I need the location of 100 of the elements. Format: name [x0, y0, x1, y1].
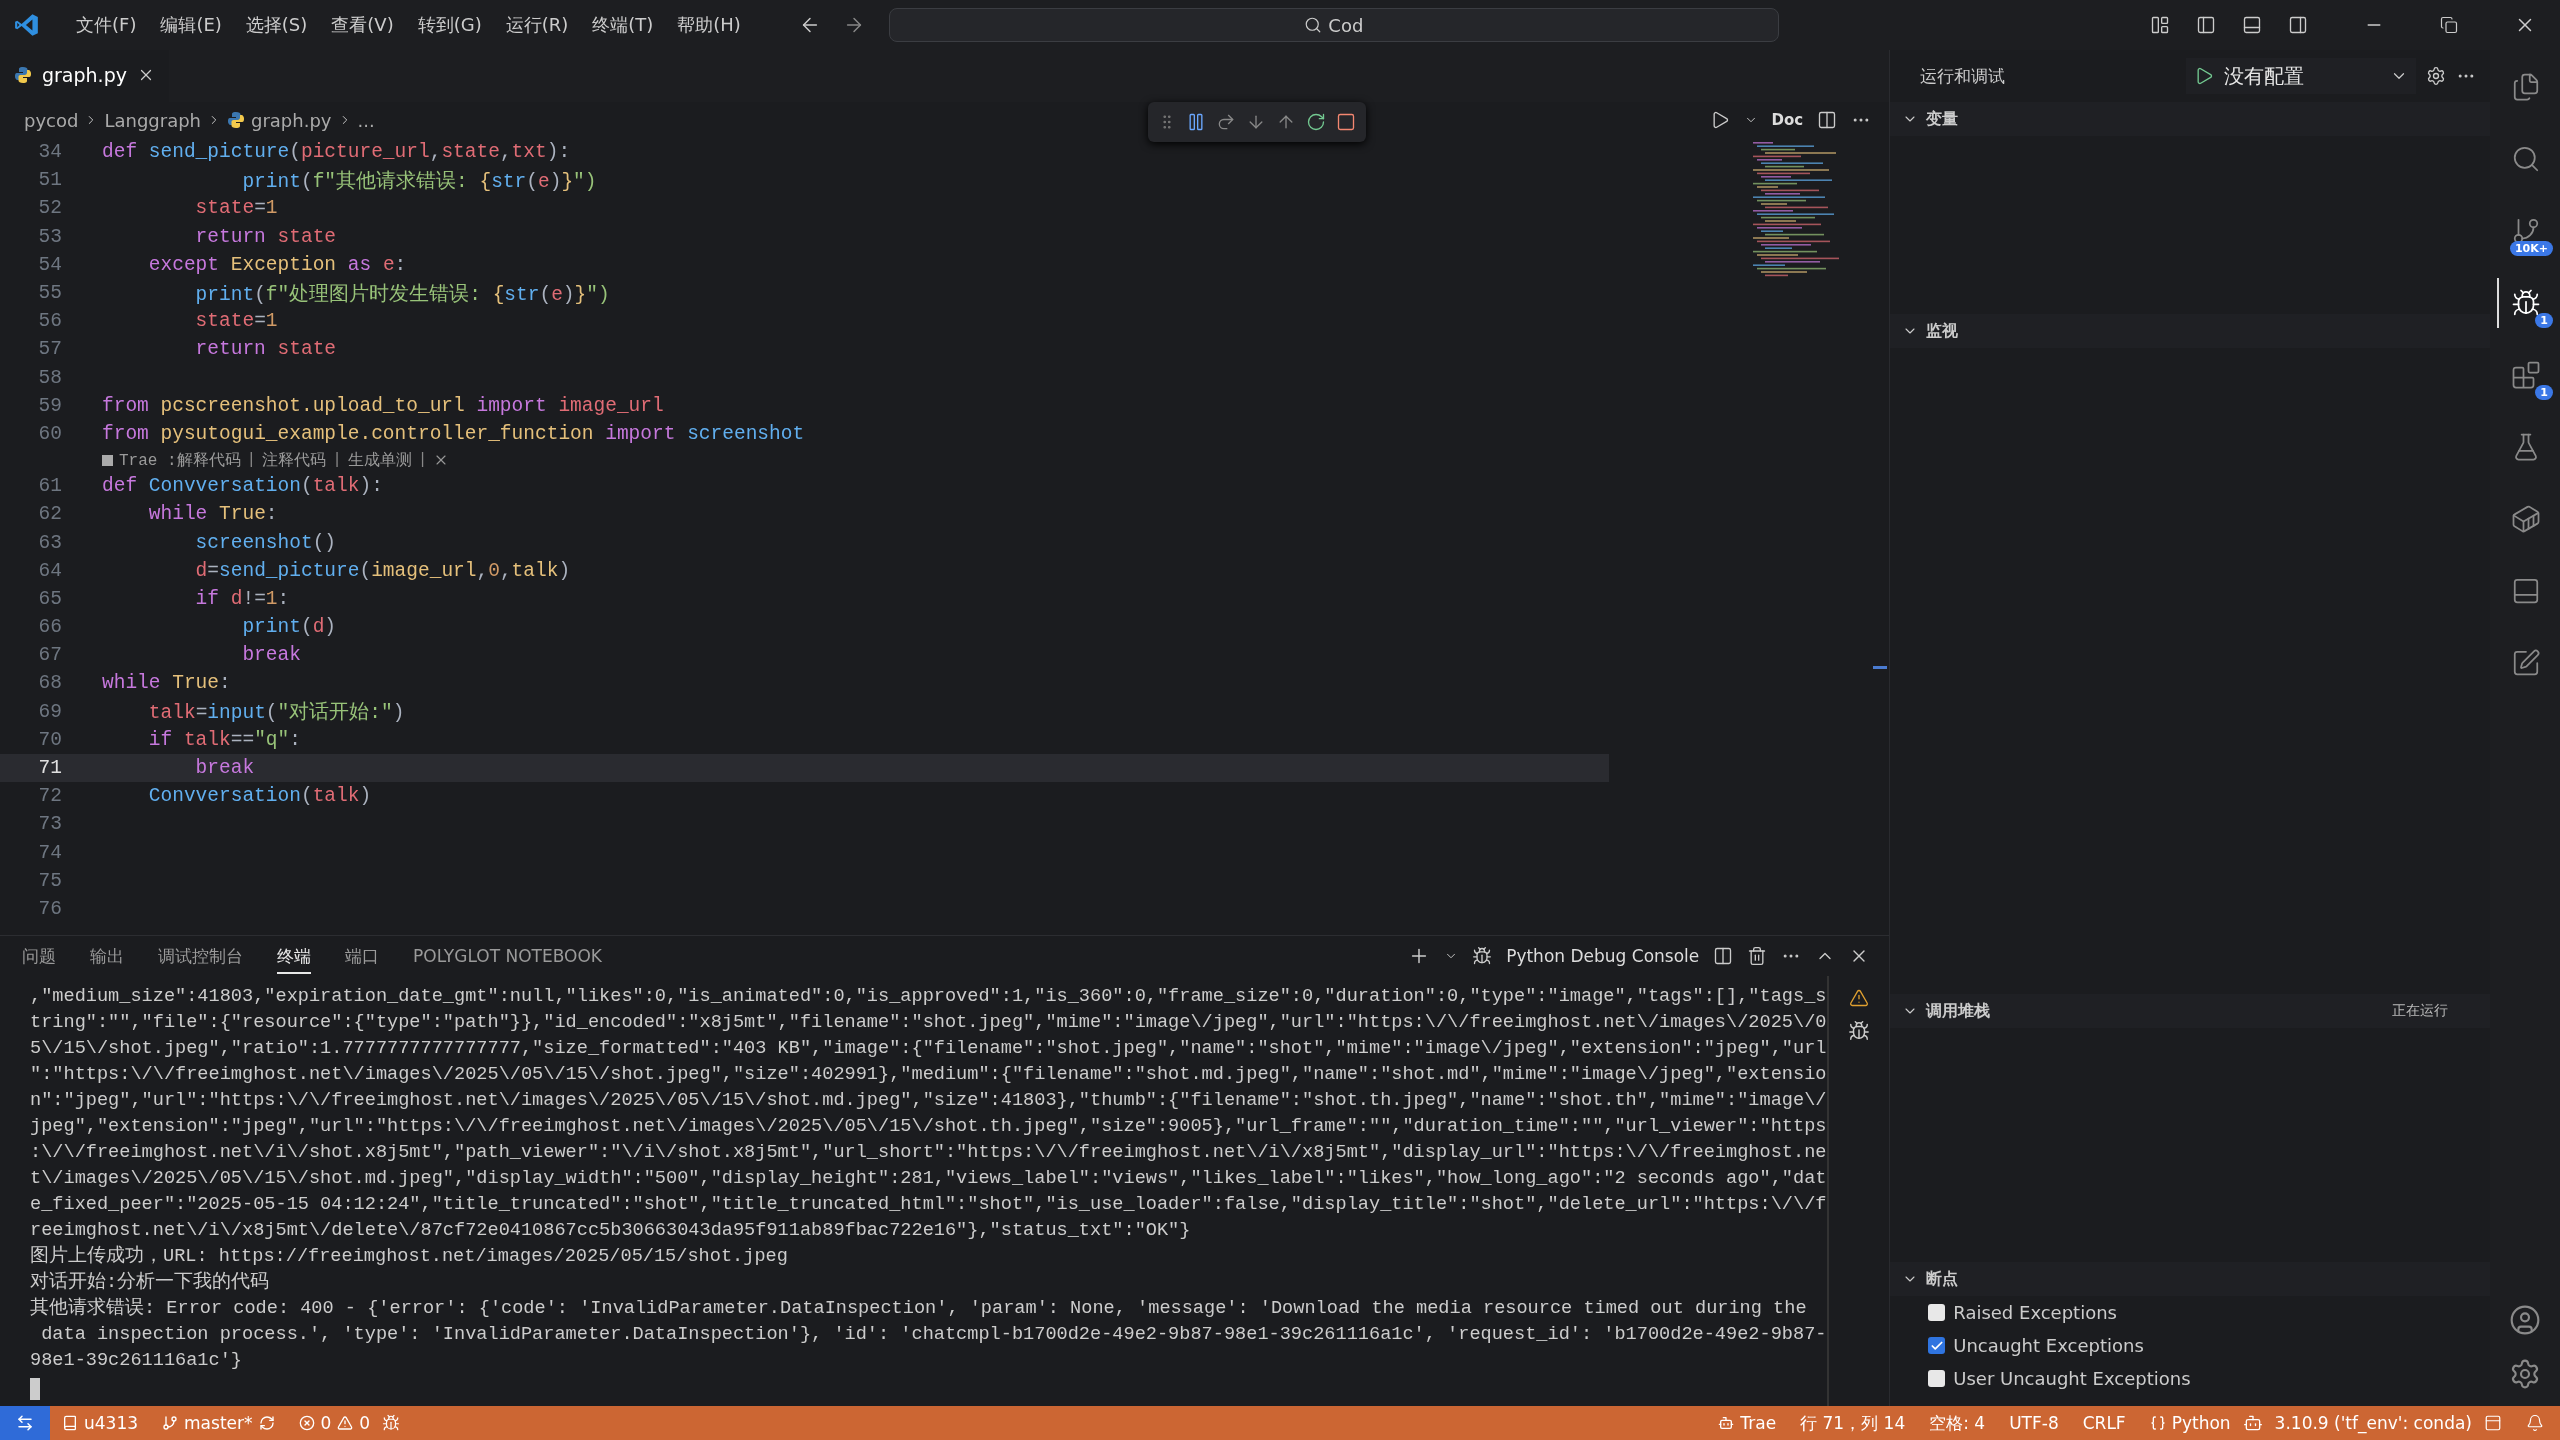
indentation-item[interactable]: 空格: 4 [1917, 1411, 1998, 1435]
sidebar-toggle-icon[interactable] [2196, 15, 2216, 35]
encoding-item[interactable]: UTF-8 [1997, 1413, 2071, 1433]
panel-tab[interactable]: 调试控制台 [158, 938, 243, 974]
doc-button[interactable]: Doc [1771, 111, 1804, 129]
activity-button[interactable]: 1 [2497, 278, 2553, 328]
line-number: 58 [37, 366, 63, 389]
panel-icon [2511, 576, 2541, 606]
section-header[interactable]: 变量 [1890, 102, 2491, 136]
trae-item[interactable]: Trae [1706, 1413, 1789, 1433]
stop-icon[interactable] [1336, 112, 1356, 132]
settings-icon[interactable] [2426, 66, 2447, 86]
layout-icon[interactable] [2150, 15, 2170, 35]
terminal-line: t\/images\/2025\/05\/15\/shot.md.jpeg","display_width":"500","display_height":281,"views_label":"views","likes_label":"likes","how_long_ago":"2 seconds ago","dat [30, 1167, 1828, 1191]
account-icon[interactable] [2509, 1304, 2541, 1336]
code-line: if d!=1: [194, 587, 290, 610]
line-number: 65 [37, 587, 63, 610]
trash-icon[interactable] [1747, 946, 1768, 966]
python-file-icon [227, 111, 245, 129]
menu-item[interactable]: 转到(G) [407, 9, 492, 41]
search-field[interactable]: Cod [888, 8, 1779, 42]
section-header[interactable]: 断点 [1890, 1262, 2491, 1296]
terminal-line: :\/\/freeimghost.net\/i\/shot.x8j5mt","path_viewer":"\/i\/shot.x8j5mt","url_short":"https:\/\/freeimghost.net\/i\/x8j5mt","display_url":"https:\/\/freeimghost.ne [30, 1141, 1828, 1165]
branch-item[interactable]: master* [150, 1413, 287, 1433]
checkbox[interactable] [1928, 1304, 1946, 1321]
split-terminal-icon[interactable] [1713, 946, 1734, 966]
warning-icon[interactable] [1849, 988, 1870, 1008]
interpreter-item[interactable]: 3.10.9 ('tf_env': conda) [2262, 1413, 2484, 1433]
checkbox[interactable] [1928, 1370, 1946, 1387]
breadcrumb-item[interactable]: Langgraph [104, 109, 201, 131]
panel-tab[interactable]: 输出 [90, 938, 124, 974]
square-icon [102, 454, 113, 466]
remote-button[interactable] [0, 1406, 50, 1440]
bell-icon[interactable] [2526, 1414, 2544, 1432]
line-number: 68 [37, 672, 63, 695]
language-item[interactable]: Python [2137, 1413, 2243, 1433]
line-number: 72 [37, 785, 63, 808]
bug-icon[interactable] [1848, 1020, 1871, 1042]
python-file-icon [14, 66, 32, 84]
menu-item[interactable]: 编辑(E) [150, 9, 232, 41]
codelens-link[interactable]: Trae :解释代码 [119, 449, 241, 471]
menu-item[interactable]: 选择(S) [235, 9, 318, 41]
breakpoint-label: Raised Exceptions [1953, 1302, 2117, 1323]
repo-item[interactable]: u4313 [50, 1413, 151, 1433]
codelens-link[interactable]: 注释代码 [262, 449, 327, 471]
code-line: Convversation(talk) [147, 785, 372, 808]
code-line: talk=input("对话开始:") [147, 700, 405, 726]
terminal-name[interactable]: Python Debug Console [1506, 946, 1700, 966]
secondary-sidebar-icon[interactable] [2288, 15, 2308, 35]
code-line: except Exception as e: [147, 253, 407, 276]
split-editor-icon[interactable] [1817, 110, 1838, 130]
line-number: 76 [37, 897, 63, 920]
problems-item[interactable]: 0 0 [286, 1413, 383, 1433]
search-icon [1304, 16, 1323, 34]
line-number: 75 [37, 869, 63, 892]
code-line: def send_picture(picture_url,state,txt): [102, 141, 571, 164]
terminal-line: 图片上传成功，URL: https://freeimghost.net/images/2025/05/15/shot.jpeg [30, 1244, 789, 1269]
activity-button[interactable]: 1 [2497, 350, 2553, 400]
error-icon [298, 1415, 315, 1431]
code-line: print(d) [241, 616, 337, 639]
breakpoint-label: Uncaught Exceptions [1953, 1335, 2144, 1356]
line-number: 59 [37, 394, 63, 417]
panel-tab[interactable]: POLYGLOT NOTEBOOK [413, 940, 602, 972]
step-over-icon[interactable] [1216, 112, 1236, 132]
line-number: 61 [37, 475, 63, 498]
line-number: 73 [37, 813, 63, 836]
checkbox[interactable] [1928, 1337, 1946, 1354]
separator: | [417, 451, 428, 470]
line-number: 60 [37, 422, 63, 445]
line-number: 51 [37, 169, 63, 192]
breadcrumb-item[interactable]: pycod [24, 109, 79, 131]
settings-icon[interactable] [2509, 1358, 2541, 1390]
section-header[interactable]: 监视 [1890, 314, 2491, 348]
robot-icon[interactable] [2242, 1413, 2263, 1433]
restore-icon[interactable] [2440, 16, 2458, 34]
cursor-position[interactable]: 行 71，列 14 [1788, 1411, 1918, 1435]
line-number: 57 [37, 338, 63, 361]
panel-tab[interactable]: 终端 [277, 938, 311, 974]
menu-item[interactable]: 运行(R) [495, 9, 579, 41]
line-number: 74 [37, 841, 63, 864]
line-ending-item[interactable]: CRLF [2070, 1413, 2138, 1433]
explorer-icon [2511, 72, 2541, 102]
restart-icon[interactable] [1306, 112, 1326, 132]
separator: | [332, 451, 342, 470]
panel-toggle-icon[interactable] [2242, 15, 2262, 35]
activity-button[interactable]: 10K+ [2497, 206, 2553, 256]
line-number: 71 [37, 757, 63, 780]
menu-item[interactable]: 帮助(H) [667, 9, 751, 41]
menu-item[interactable]: 终端(T) [582, 9, 664, 41]
config-dropdown[interactable]: 没有配置 [2186, 58, 2417, 94]
debug-icon[interactable] [382, 1414, 401, 1432]
codelens-link[interactable]: 生成单测 [347, 449, 412, 471]
menu-item[interactable]: 查看(V) [321, 9, 404, 41]
breadcrumb-item[interactable]: graph.py [251, 109, 332, 131]
section-header[interactable]: 调用堆栈 正在运行 [1890, 994, 2491, 1028]
panel-tab[interactable]: 问题 [22, 938, 56, 974]
menu-item[interactable]: 文件(F) [66, 9, 147, 41]
panel-tab[interactable]: 端口 [345, 938, 379, 974]
code-line: print(f"其他请求错误: {str(e)}") [241, 169, 597, 194]
breadcrumb-item[interactable]: ... [357, 109, 375, 131]
